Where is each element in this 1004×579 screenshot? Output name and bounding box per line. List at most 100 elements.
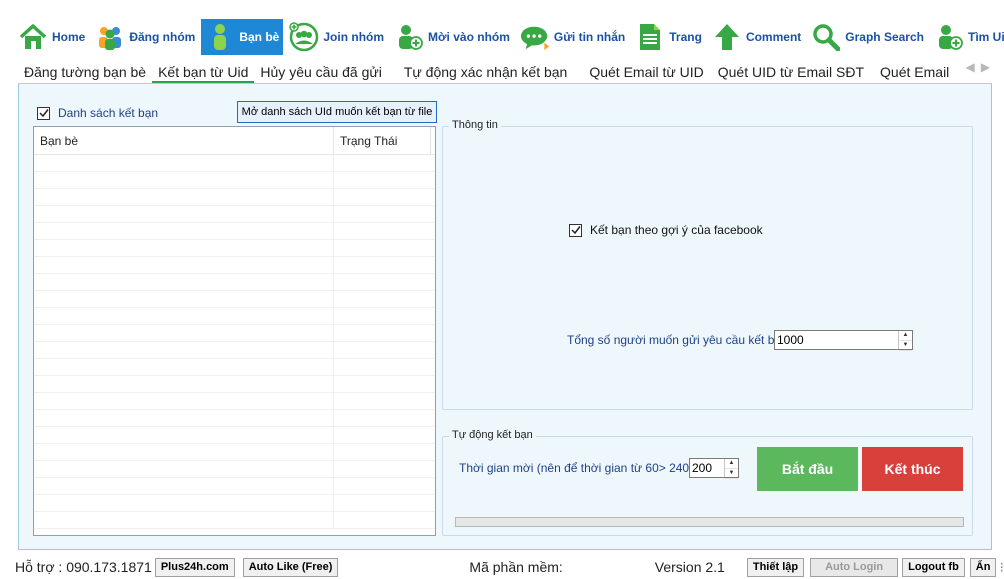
table-row[interactable] bbox=[34, 206, 435, 223]
start-button[interactable]: Bắt đầu bbox=[757, 447, 858, 491]
friend-cell bbox=[34, 291, 334, 307]
toolbar-invite-group-label: Mời vào nhóm bbox=[428, 30, 510, 44]
check-icon bbox=[570, 226, 581, 235]
table-row[interactable] bbox=[34, 359, 435, 376]
stepper-up-icon[interactable]: ▲ bbox=[725, 459, 738, 469]
auto-friend-group: Tự động kết bạn Thời gian mời (nên để th… bbox=[442, 429, 973, 536]
search-icon bbox=[811, 22, 841, 52]
toolbar-send-message[interactable]: Gửi tin nhắn bbox=[516, 19, 629, 55]
home-icon bbox=[18, 22, 48, 52]
toolbar-friends[interactable]: Bạn bè bbox=[201, 19, 284, 55]
table-row[interactable] bbox=[34, 325, 435, 342]
tab-scroll-right-icon[interactable]: ▶ bbox=[981, 60, 990, 74]
toolbar-home[interactable]: Home bbox=[14, 19, 89, 55]
total-requests-value[interactable]: 1000 bbox=[775, 331, 898, 349]
comment-icon bbox=[712, 22, 742, 52]
toolbar-page[interactable]: Trang bbox=[631, 19, 706, 55]
toolbar-graph-search[interactable]: Graph Search bbox=[807, 19, 928, 55]
status-cell bbox=[334, 376, 431, 392]
toolbar-page-label: Trang bbox=[669, 30, 702, 44]
suggest-friends-checkbox[interactable] bbox=[569, 223, 582, 237]
friend-cell bbox=[34, 274, 334, 290]
status-cell bbox=[334, 257, 431, 273]
tab-scan-uid-email-phone[interactable]: Quét UID từ Email SĐT bbox=[712, 59, 870, 83]
tab-wall-post-friends[interactable]: Đăng tường bạn bè bbox=[18, 59, 152, 83]
group-post-icon bbox=[95, 22, 125, 52]
table-row[interactable] bbox=[34, 189, 435, 206]
stepper-down-icon[interactable]: ▼ bbox=[725, 469, 738, 479]
invite-time-stepper[interactable]: ▲ ▼ bbox=[724, 459, 738, 479]
table-row[interactable] bbox=[34, 444, 435, 461]
table-row[interactable] bbox=[34, 291, 435, 308]
toolbar-find-uid-label: Tìm Uid bbox=[967, 30, 1004, 44]
toolbar-comment[interactable]: Comment bbox=[708, 19, 805, 55]
software-code-label: Mã phần mềm: bbox=[469, 559, 563, 575]
settings-button[interactable]: Thiết lập bbox=[746, 557, 805, 577]
friend-cell bbox=[34, 189, 334, 205]
invite-time-value[interactable]: 200 bbox=[690, 459, 724, 477]
table-row[interactable] bbox=[34, 342, 435, 359]
tab-bar: Đăng tường bạn bè Kết bạn từ Uid Hủy yêu… bbox=[18, 58, 992, 84]
tab-auto-confirm[interactable]: Tự động xác nhận kết bạn bbox=[398, 59, 573, 83]
table-row[interactable] bbox=[34, 274, 435, 291]
find-uid-icon bbox=[934, 22, 964, 52]
friend-list-checkbox-label: Danh sách kết bạn bbox=[58, 106, 159, 120]
friend-cell bbox=[34, 461, 334, 477]
tab-scroll-arrows: ◀ ▶ bbox=[966, 60, 990, 74]
toolbar-home-label: Home bbox=[52, 30, 86, 44]
status-cell bbox=[334, 189, 431, 205]
stepper-down-icon[interactable]: ▼ bbox=[899, 341, 912, 351]
table-row[interactable] bbox=[34, 427, 435, 444]
table-row[interactable] bbox=[34, 223, 435, 240]
toolbar-group-post[interactable]: Đăng nhóm bbox=[91, 19, 199, 55]
table-row[interactable] bbox=[34, 376, 435, 393]
table-row[interactable] bbox=[34, 478, 435, 495]
table-row[interactable] bbox=[34, 155, 435, 172]
friends-table[interactable]: Bạn bè Trạng Thái bbox=[33, 126, 436, 536]
total-requests-label: Tổng số người muốn gửi yêu cầu kết bạn: bbox=[567, 333, 792, 347]
hide-button[interactable]: Ẩn bbox=[969, 557, 997, 577]
status-cell bbox=[334, 325, 431, 341]
tab-scan-email-uid[interactable]: Quét Email từ UID bbox=[583, 59, 709, 83]
table-row[interactable] bbox=[34, 308, 435, 325]
auto-login-button[interactable]: Auto Login bbox=[810, 557, 899, 577]
resize-grip-icon[interactable]: ⁝ bbox=[999, 559, 1003, 576]
website-button[interactable]: Plus24h.com bbox=[154, 557, 235, 577]
total-requests-stepper[interactable]: ▲ ▼ bbox=[898, 331, 912, 351]
tab-scroll-left-icon[interactable]: ◀ bbox=[966, 60, 975, 74]
tab-add-friends-uid[interactable]: Kết bạn từ Uid bbox=[152, 59, 255, 83]
table-row[interactable] bbox=[34, 393, 435, 410]
column-header-status[interactable]: Trạng Thái bbox=[334, 127, 431, 154]
status-cell bbox=[334, 291, 431, 307]
stop-button[interactable]: Kết thúc bbox=[862, 447, 963, 491]
table-row[interactable] bbox=[34, 172, 435, 189]
suggest-friends-checkbox-row[interactable]: Kết bạn theo gợi ý của facebook bbox=[569, 223, 763, 237]
status-cell bbox=[334, 393, 431, 409]
table-row[interactable] bbox=[34, 495, 435, 512]
friend-list-checkbox[interactable] bbox=[37, 106, 50, 120]
auto-friend-group-title: Tự động kết bạn bbox=[449, 429, 536, 441]
invite-group-icon bbox=[394, 22, 424, 52]
toolbar-invite-group[interactable]: Mời vào nhóm bbox=[390, 19, 514, 55]
tab-scan-email[interactable]: Quét Email bbox=[874, 59, 955, 83]
status-cell bbox=[334, 223, 431, 239]
tab-cancel-requests[interactable]: Hủy yêu cầu đã gửi bbox=[254, 59, 387, 83]
logout-button[interactable]: Logout fb bbox=[902, 557, 965, 577]
friend-list-checkbox-row[interactable]: Danh sách kết bạn bbox=[37, 106, 158, 120]
join-group-icon bbox=[289, 22, 319, 52]
table-row[interactable] bbox=[34, 410, 435, 427]
table-row[interactable] bbox=[34, 257, 435, 274]
table-row[interactable] bbox=[34, 240, 435, 257]
invite-time-input[interactable]: 200 ▲ ▼ bbox=[689, 458, 739, 479]
open-uid-file-button[interactable]: Mở danh sách UId muốn kết bạn từ file bbox=[237, 101, 437, 123]
check-icon bbox=[38, 109, 49, 118]
toolbar-find-uid[interactable]: Tìm Uid bbox=[930, 19, 1004, 55]
table-row[interactable] bbox=[34, 461, 435, 478]
toolbar-join-group[interactable]: Join nhóm bbox=[285, 19, 388, 55]
total-requests-input[interactable]: 1000 ▲ ▼ bbox=[774, 330, 913, 351]
table-row[interactable] bbox=[34, 512, 435, 529]
auto-like-button[interactable]: Auto Like (Free) bbox=[242, 557, 339, 577]
toolbar-comment-label: Comment bbox=[745, 30, 802, 44]
column-header-friends[interactable]: Bạn bè bbox=[34, 127, 334, 154]
stepper-up-icon[interactable]: ▲ bbox=[899, 331, 912, 341]
